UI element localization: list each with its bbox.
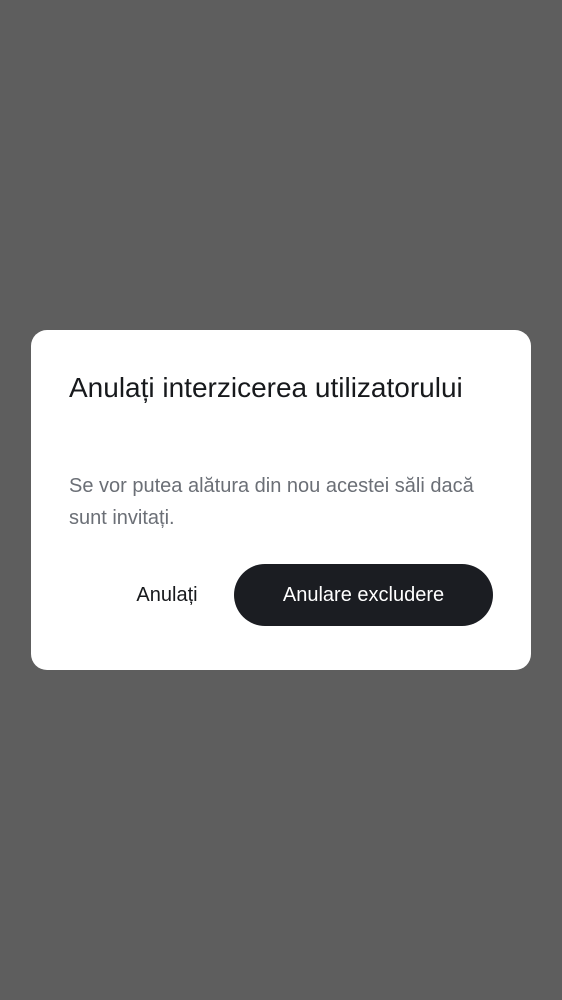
dialog-title: Anulați interzicerea utilizatorului (69, 372, 463, 403)
dialog-message: Se vor putea alătura din nou acestei săl… (69, 475, 474, 529)
unban-confirm-button[interactable]: Anulare excludere (234, 564, 493, 626)
cancel-button[interactable]: Anulați (111, 564, 223, 626)
unban-user-dialog: Anulați interzicerea utilizatorului Se v… (31, 330, 531, 670)
